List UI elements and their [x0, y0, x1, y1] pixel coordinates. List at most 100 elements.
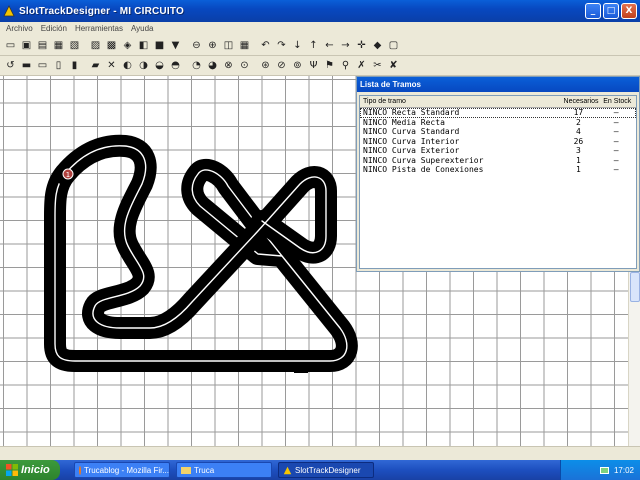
menu-edicion[interactable]: Edición	[37, 24, 71, 33]
item-needed: 2	[576, 117, 581, 127]
maximize-button[interactable]: □	[603, 3, 619, 19]
layers-icon[interactable]: ◧	[136, 38, 151, 53]
clock[interactable]: 17:02	[614, 466, 634, 475]
track-jump-icon[interactable]: ◔	[189, 58, 204, 73]
undo-icon[interactable]: ↺	[3, 58, 18, 73]
status-bar	[0, 446, 640, 460]
task-folder[interactable]: Truca	[176, 462, 272, 478]
col-stock[interactable]: En Stock	[600, 98, 636, 105]
task-label: Truca	[194, 465, 215, 475]
open-icon[interactable]: ▣	[19, 38, 34, 53]
list-item[interactable]: NINCO Curva Exterior 3 –	[360, 146, 636, 156]
track-lanes-icon[interactable]: ▭	[35, 58, 50, 73]
track-quarter-icon[interactable]: ▮	[67, 58, 82, 73]
menu-herramientas[interactable]: Herramientas	[71, 24, 127, 33]
track-straight-icon[interactable]: ▬	[19, 58, 34, 73]
track-loop-icon[interactable]: ⊚	[290, 58, 305, 73]
toolbar-separator	[184, 58, 188, 73]
item-type: NINCO Media Recta	[363, 117, 445, 127]
menu-bar: Archivo Edición Herramientas Ayuda	[0, 22, 640, 35]
track-double-icon[interactable]: ▰	[88, 58, 103, 73]
new-icon[interactable]: ▭	[3, 38, 18, 53]
rotate-left-icon[interactable]: ↶	[258, 38, 273, 53]
properties-icon[interactable]: ▨	[88, 38, 103, 53]
track-gate-icon[interactable]: ⊛	[258, 58, 273, 73]
start-label: Inicio	[21, 464, 50, 476]
rotate-right-icon[interactable]: ↷	[274, 38, 289, 53]
track-mid-icon[interactable]: ◑	[136, 58, 151, 73]
track-switch-icon[interactable]: ◒	[152, 58, 167, 73]
firefox-icon	[79, 465, 81, 475]
track-end-icon[interactable]: ◐	[120, 58, 135, 73]
col-type[interactable]: Tipo de tramo	[360, 98, 561, 105]
color-picker-icon[interactable]: ▼	[168, 38, 183, 53]
track-list[interactable]: Tipo de tramo Necesarios En Stock NINCO …	[359, 95, 637, 269]
track-banked-icon[interactable]: ◓	[168, 58, 183, 73]
start-button[interactable]: Inicio	[0, 460, 60, 480]
track-pit-icon[interactable]: ⊘	[274, 58, 289, 73]
arrow-left-icon[interactable]: ←	[322, 38, 337, 53]
pit-box	[294, 365, 308, 373]
item-needed: 17	[573, 108, 584, 118]
scroll-thumb[interactable]	[630, 272, 640, 302]
arrow-up-icon[interactable]: ↑	[306, 38, 321, 53]
track-border-icon[interactable]: ◕	[205, 58, 220, 73]
track-flag-icon[interactable]: ⚑	[322, 58, 337, 73]
task-firefox[interactable]: Trucablog - Mozilla Fir...	[74, 462, 170, 478]
zoom-in-icon[interactable]: ⊕	[205, 38, 220, 53]
print-icon[interactable]: ▦	[51, 38, 66, 53]
clear-icon[interactable]: ▢	[386, 38, 401, 53]
track-list-panel: Lista de Tramos Tipo de tramo Necesarios…	[356, 76, 640, 272]
track-cross-icon[interactable]: ✗	[354, 58, 369, 73]
item-stock: –	[613, 108, 619, 118]
item-stock: –	[613, 165, 619, 175]
item-type: NINCO Curva Superexterior	[363, 155, 484, 165]
move-icon[interactable]: ✛	[354, 38, 369, 53]
toolbar-separator	[253, 38, 257, 53]
item-type: NINCO Pista de Conexiones	[363, 165, 484, 175]
menu-archivo[interactable]: Archivo	[2, 24, 37, 33]
track-half-icon[interactable]: ▯	[51, 58, 66, 73]
item-needed: 1	[576, 165, 581, 175]
track-crossover-icon[interactable]: ✕	[104, 58, 119, 73]
arrow-right-icon[interactable]: →	[338, 38, 353, 53]
grid-icon[interactable]: ▦	[237, 38, 252, 53]
preview-icon[interactable]: ▧	[67, 38, 82, 53]
item-needed: 4	[576, 127, 581, 137]
col-needed[interactable]: Necesarios	[561, 98, 601, 105]
close-button[interactable]: X	[621, 3, 637, 19]
item-type: NINCO Curva Interior	[363, 136, 460, 146]
track-tree-icon[interactable]: Ψ	[306, 58, 321, 73]
item-type: NINCO Curva Exterior	[363, 146, 460, 156]
save-icon[interactable]: ▤	[35, 38, 50, 53]
list-item[interactable]: NINCO Curva Interior 26 –	[360, 137, 636, 147]
color-fill-icon[interactable]: ■	[152, 38, 167, 53]
list-item[interactable]: NINCO Pista de Conexiones 1 –	[360, 165, 636, 175]
palette-icon[interactable]: ◆	[370, 38, 385, 53]
toolbar-separator	[253, 58, 257, 73]
copy-icon[interactable]: ▩	[104, 38, 119, 53]
list-item[interactable]: NINCO Media Recta 2 –	[360, 118, 636, 128]
track-pin-icon[interactable]: ⚲	[338, 58, 353, 73]
track-chicane-icon[interactable]: ⊙	[237, 58, 252, 73]
task-slottrack[interactable]: SlotTrackDesigner	[278, 462, 374, 478]
list-item[interactable]: NINCO Curva Standard 4 –	[360, 127, 636, 137]
arrow-down-icon[interactable]: ↓	[290, 38, 305, 53]
folder-icon	[181, 466, 191, 474]
paste-icon[interactable]: ◈	[120, 38, 135, 53]
list-item[interactable]: NINCO Curva Superexterior 1 –	[360, 156, 636, 166]
toolbar-separator	[184, 38, 188, 53]
zoom-out-icon[interactable]: ⊖	[189, 38, 204, 53]
list-item[interactable]: NINCO Recta Standard 17 –	[360, 108, 636, 118]
item-type: NINCO Curva Standard	[363, 127, 460, 137]
track-start-icon[interactable]: ⊗	[221, 58, 236, 73]
item-needed: 1	[576, 155, 581, 165]
menu-ayuda[interactable]: Ayuda	[127, 24, 158, 33]
item-stock: –	[613, 146, 619, 156]
minimize-button[interactable]: _	[585, 3, 601, 19]
track-x-icon[interactable]: ✘	[386, 58, 401, 73]
network-icon[interactable]	[599, 466, 609, 474]
window-title: SlotTrackDesigner - MI CIRCUITO	[19, 5, 184, 17]
zoom-fit-icon[interactable]: ◫	[221, 38, 236, 53]
track-cut-icon[interactable]: ✂	[370, 58, 385, 73]
